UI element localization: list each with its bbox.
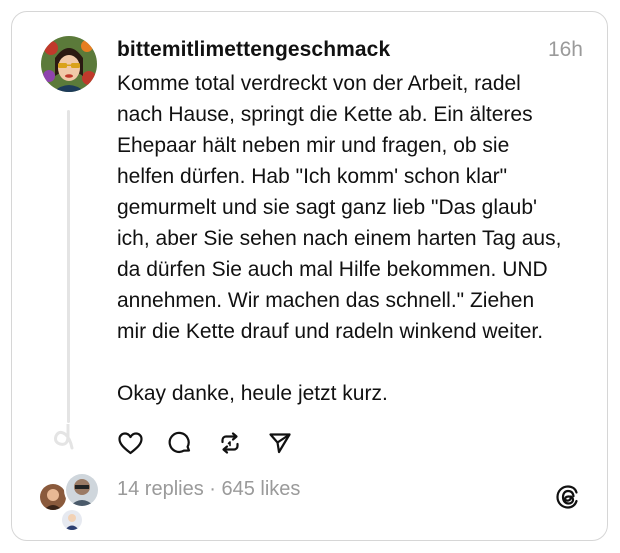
like-button[interactable] <box>117 430 143 456</box>
author-avatar[interactable] <box>41 36 97 92</box>
threads-logo-icon[interactable] <box>555 484 581 510</box>
post-timestamp: 16h <box>547 38 583 61</box>
post-actions <box>117 430 317 456</box>
reply-button[interactable] <box>167 430 193 456</box>
replier-avatar <box>64 472 100 508</box>
repost-icon <box>221 432 239 454</box>
speech-bubble-icon <box>168 431 191 454</box>
replier-avatars[interactable] <box>38 472 100 532</box>
replier-avatar <box>60 508 84 532</box>
author-username[interactable]: bittemitlimettengeschmack <box>117 38 390 62</box>
post-text: Komme total verdreckt von der Arbeit, ra… <box>117 72 562 405</box>
post-stats[interactable]: 14 replies · 645 likes <box>117 478 300 501</box>
repost-button[interactable] <box>217 430 243 456</box>
send-icon <box>269 433 291 454</box>
thread-loop-icon <box>54 424 74 450</box>
thread-line <box>67 110 70 423</box>
share-button[interactable] <box>267 430 293 456</box>
heart-icon <box>117 431 143 454</box>
thread-post-card: bittemitlimettengeschmack 16h Komme tota… <box>11 11 608 541</box>
